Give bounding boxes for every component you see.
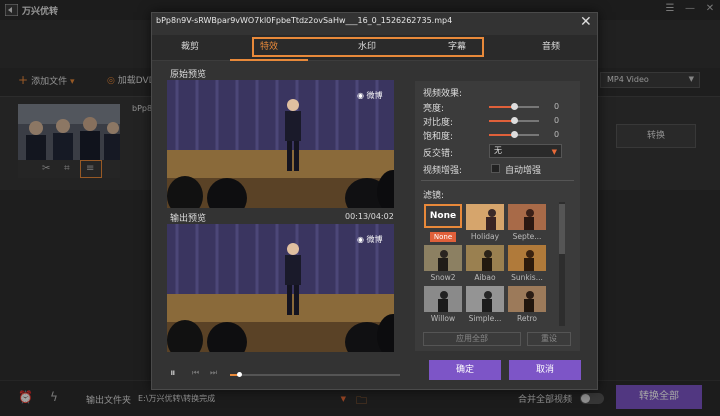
filter-simple-tile[interactable]: [466, 286, 504, 312]
next-icon[interactable]: ⏭: [210, 368, 217, 378]
dialog-close-button[interactable]: ✕: [580, 14, 592, 30]
filter-simple-label: Simple...: [468, 314, 502, 323]
contrast-label: 对比度:: [423, 118, 454, 128]
filter-aibao-label: Aibao: [474, 273, 496, 282]
filter-retro-tile[interactable]: [508, 286, 546, 312]
enhance-label: 视频增强:: [423, 166, 463, 176]
tabs-highlight-box: [252, 37, 484, 57]
reset-button[interactable]: 重设: [527, 332, 571, 346]
filter-holiday-label: Holiday: [470, 232, 500, 241]
filters-scrollbar[interactable]: [559, 202, 565, 326]
video-effects-label: 视频效果:: [423, 89, 463, 99]
scrollbar-thumb[interactable]: [559, 204, 565, 254]
active-tab-underline: [230, 59, 308, 61]
dialog-title: bPp8n9V-sRWBpar9vWO7kl0FpbeTtdz2ovSaHw__…: [156, 16, 453, 25]
filter-none-tile[interactable]: None: [424, 204, 462, 228]
watermark-weibo: ◉ 微博: [357, 91, 383, 100]
filters-label: 滤镜:: [423, 191, 445, 201]
contrast-value: 0: [554, 116, 560, 125]
deinterlace-value: 无: [494, 146, 502, 155]
filter-aibao-tile[interactable]: [466, 245, 504, 271]
saturation-slider[interactable]: [489, 131, 539, 138]
progress-knob[interactable]: [237, 372, 242, 377]
auto-enhance-label: 自动增强: [505, 166, 542, 176]
brightness-label: 亮度:: [423, 104, 445, 114]
chevron-down-icon: ▼: [551, 148, 557, 156]
slider-knob[interactable]: [511, 131, 518, 138]
preview-timecode: 00:13/04:02: [345, 212, 394, 221]
deinterlace-label: 反交错:: [423, 149, 454, 159]
tab-audio[interactable]: 音频: [520, 38, 582, 56]
slider-knob[interactable]: [511, 117, 518, 124]
panel-divider: [421, 180, 574, 181]
brightness-value: 0: [554, 102, 560, 111]
filter-holiday-tile[interactable]: [466, 204, 504, 230]
filter-sunkis-label: Sunkis...: [511, 273, 543, 282]
filter-retro-label: Retro: [517, 314, 537, 323]
slider-knob[interactable]: [511, 103, 518, 110]
watermark-weibo-output: ◉ 微博: [357, 235, 383, 244]
apply-all-button[interactable]: 应用全部: [423, 332, 521, 346]
saturation-value: 0: [554, 130, 560, 139]
playback-progress[interactable]: [230, 372, 400, 377]
output-preview-label: 输出预览: [170, 214, 207, 224]
filter-snow2-label: Snow2: [430, 273, 456, 282]
saturation-label: 饱和度:: [423, 132, 454, 142]
previous-icon[interactable]: ⏮: [192, 368, 199, 378]
cancel-button[interactable]: 取消: [509, 360, 581, 380]
ok-button[interactable]: 确定: [429, 360, 501, 380]
filter-willow-label: Willow: [430, 314, 456, 323]
watermark-text: 微博: [366, 235, 383, 244]
filter-snow2-tile[interactable]: [424, 245, 462, 271]
auto-enhance-checkbox[interactable]: [491, 164, 500, 173]
play-pause-button[interactable]: ⏸: [170, 366, 176, 380]
original-preview-label: 原始预览: [170, 70, 207, 80]
filter-willow-tile[interactable]: [424, 286, 462, 312]
filter-sunkis-tile[interactable]: [508, 245, 546, 271]
watermark-text: 微博: [366, 91, 383, 100]
filter-septe-label: Septe...: [512, 232, 542, 241]
deinterlace-select[interactable]: 无 ▼: [489, 144, 562, 158]
contrast-slider[interactable]: [489, 117, 539, 124]
brightness-slider[interactable]: [489, 103, 539, 110]
selected-filter-badge: None: [430, 232, 456, 242]
tab-crop[interactable]: 裁剪: [160, 38, 220, 56]
filter-septe-tile[interactable]: [508, 204, 546, 230]
